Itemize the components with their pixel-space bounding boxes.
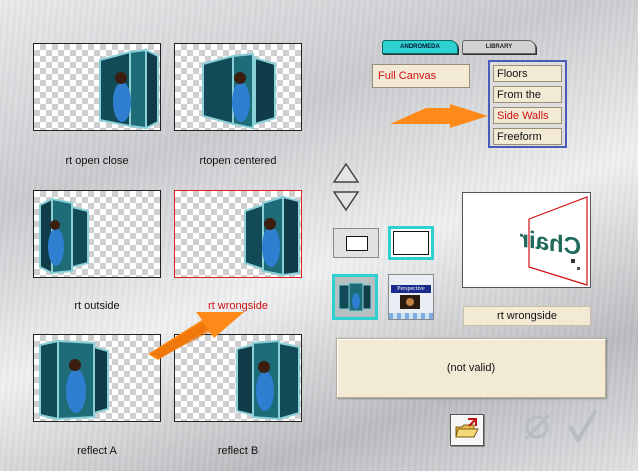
open-folder-icon: [455, 418, 479, 438]
style-thumb-selected[interactable]: [332, 274, 378, 320]
mode-item-side-walls[interactable]: Side Walls: [493, 107, 562, 124]
mode-item-from-the-top[interactable]: From the Top: [493, 86, 562, 118]
preset-thumb-rt-wrongside[interactable]: [174, 190, 302, 278]
preset-caption: rtopen centered: [199, 155, 277, 167]
preset-thumb-rtopen-centered[interactable]: [174, 43, 302, 131]
pointer-arrow-icon: [390, 104, 488, 128]
pointer-arrow-icon: [148, 312, 244, 360]
status-message: (not valid): [336, 338, 606, 398]
preset-name-field: rt wrongside: [463, 306, 591, 326]
full-canvas-option[interactable]: Full Canvas: [372, 64, 470, 88]
thumb-image: [39, 339, 109, 421]
style-thumb-image: [338, 282, 372, 312]
mode-item-floors[interactable]: Floors: [493, 65, 562, 82]
cancel-icon[interactable]: [522, 412, 552, 442]
perspective-strip: [389, 313, 433, 319]
preset-caption: reflect B: [217, 445, 259, 457]
preset-caption: rt open close: [65, 155, 129, 167]
preview-canvas: Chair: [462, 192, 591, 288]
preset-thumb-rt-outside[interactable]: [33, 190, 161, 278]
projection-mode-list: Floors From the Top Side Walls Freeform: [488, 60, 567, 148]
style-thumb-perspective[interactable]: Perspective: [388, 274, 434, 320]
preset-caption: reflect A: [77, 445, 117, 457]
thumb-image: [99, 48, 159, 130]
preset-thumb-reflect-a[interactable]: [33, 334, 161, 422]
frame-large-icon: [393, 231, 429, 255]
perspective-banner: Perspective: [391, 285, 431, 293]
perspective-photo: [400, 295, 420, 309]
thumb-image: [202, 52, 276, 130]
up-arrow-icon[interactable]: [332, 162, 360, 184]
frame-large-button[interactable]: [388, 226, 434, 260]
perspective-photo-shape: [406, 298, 414, 306]
tab-library[interactable]: LIBRARY: [462, 40, 536, 54]
tab-andromeda[interactable]: ANDROMEDA: [382, 40, 458, 54]
frame-small-icon: [346, 236, 368, 251]
mode-item-freeform[interactable]: Freeform: [493, 128, 562, 145]
preview-image: Chair: [519, 196, 588, 286]
open-file-button[interactable]: [450, 414, 484, 446]
down-arrow-icon[interactable]: [332, 190, 360, 212]
preset-thumb-rt-open-close[interactable]: [33, 43, 161, 131]
thumb-image: [39, 197, 89, 275]
frame-small-button[interactable]: [333, 228, 379, 258]
ok-check-icon[interactable]: [566, 408, 600, 444]
thumb-image: [244, 195, 300, 277]
